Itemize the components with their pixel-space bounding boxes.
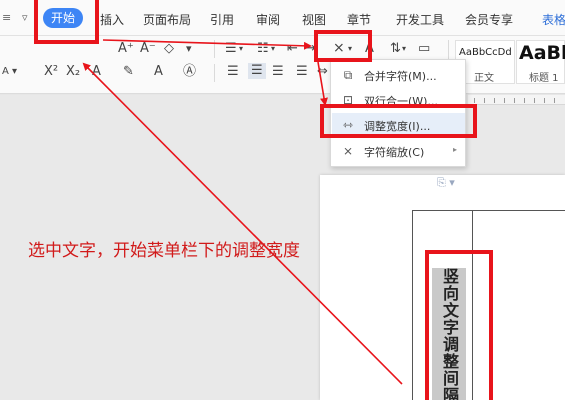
arrow-home-to-layout: [102, 39, 312, 50]
highlight-box-adjust-width: [320, 104, 477, 138]
arrow-layout-to-menu: [317, 61, 328, 106]
highlight-box-vertical-text: [425, 250, 493, 400]
highlight-box-layout-button: [314, 30, 372, 62]
annotation-text: 选中文字，开始菜单栏下的调整宽度: [28, 241, 300, 261]
highlight-box-home: [34, 0, 99, 44]
